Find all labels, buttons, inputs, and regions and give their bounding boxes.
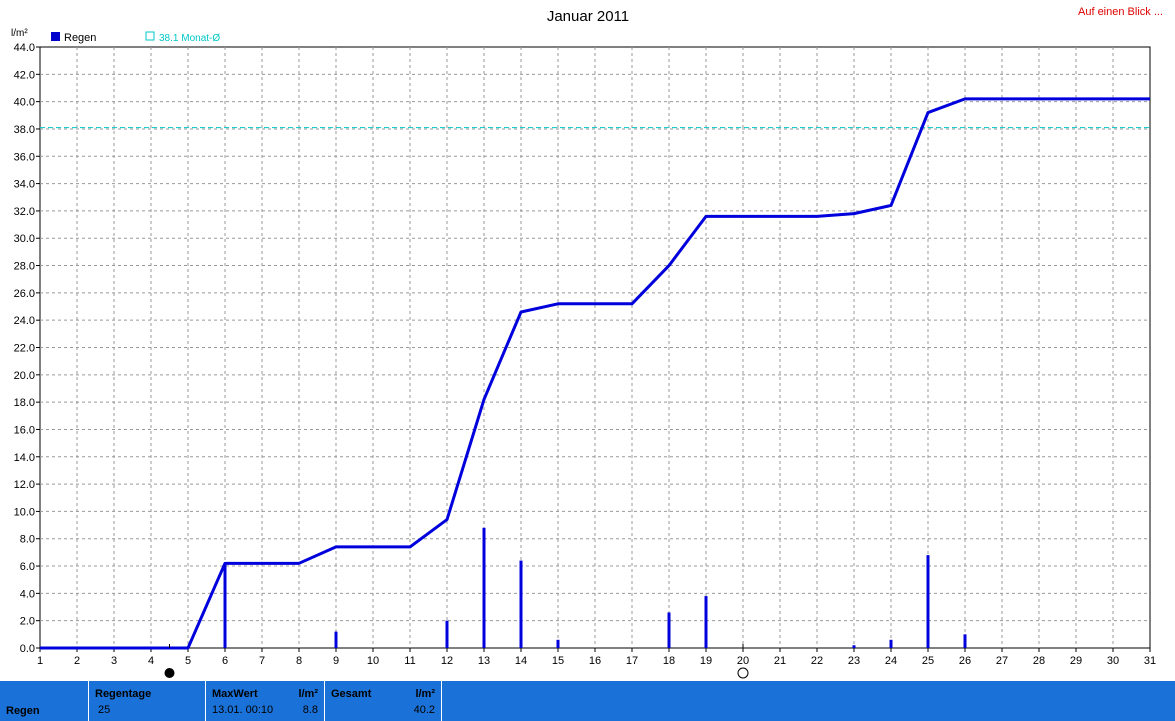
y-tick-label: 32.0	[14, 206, 35, 218]
regentage-label: Regentage	[95, 688, 152, 700]
x-tick-label: 21	[774, 655, 786, 667]
gesamt-cell: Gesamt l/m² 40.2	[324, 681, 441, 721]
chart-title: Januar 2011	[547, 8, 629, 25]
x-tick-label: 18	[663, 655, 675, 667]
x-tick-label: 17	[626, 655, 638, 667]
x-tick-label: 15	[552, 655, 564, 667]
x-tick-label: 30	[1107, 655, 1119, 667]
y-tick-label: 20.0	[14, 370, 35, 382]
x-tick-label: 29	[1070, 655, 1082, 667]
legend-label-average: 38.1 Monat-Ø	[159, 33, 220, 44]
y-tick-label: 24.0	[14, 315, 35, 327]
gesamt-unit: l/m²	[415, 688, 435, 700]
daily-rain-bar	[445, 620, 449, 648]
daily-rain-bar	[852, 645, 856, 648]
x-tick-label: 10	[367, 655, 379, 667]
x-tick-label: 7	[259, 655, 265, 667]
y-tick-label: 14.0	[14, 452, 35, 464]
gesamt-value: 40.2	[413, 704, 435, 716]
gesamt-label: Gesamt	[331, 688, 372, 700]
x-tick-label: 24	[885, 655, 897, 667]
footer-divider	[441, 681, 442, 721]
maxwert-label: MaxWert	[212, 688, 258, 700]
maxwert-time: 13.01. 00:10	[212, 704, 274, 716]
y-tick-label: 2.0	[20, 616, 35, 628]
legend-swatch-average	[145, 31, 155, 41]
maxwert-unit: l/m²	[298, 688, 318, 700]
daily-rain-bar	[704, 596, 708, 648]
y-tick-label: 0.0	[20, 643, 35, 655]
x-tick-label: 8	[296, 655, 302, 667]
summary-footer: Regen Regentage 25 MaxWert l/m² 13.01. 0…	[0, 681, 1175, 721]
x-tick-label: 12	[441, 655, 453, 667]
x-tick-label: 13	[478, 655, 490, 667]
y-tick-label: 44.0	[14, 42, 35, 54]
daily-rain-bar	[667, 612, 671, 648]
x-tick-label: 22	[811, 655, 823, 667]
y-tick-label: 34.0	[14, 179, 35, 191]
x-tick-label: 31	[1144, 655, 1156, 667]
daily-rain-bar	[334, 631, 338, 648]
y-tick-label: 10.0	[14, 506, 35, 518]
y-tick-label: 30.0	[14, 233, 35, 245]
x-tick-label: 27	[996, 655, 1008, 667]
y-tick-labels: 0.0 2.0 4.0 6.0 8.0 10.0 12.0 14.0 16.0 18.0 20.0 2…	[14, 42, 40, 655]
daily-rain-bar	[482, 527, 486, 648]
x-tick-label: 6	[222, 655, 228, 667]
daily-rain-bar	[963, 634, 967, 648]
y-tick-label: 16.0	[14, 424, 35, 436]
x-tick-label: 11	[404, 655, 415, 667]
x-tick-labels: 1 2 3 4 5 6 7 8 9 10 11 12 13 14 15 16 17 18 19 20 21 22 23 24 2…	[37, 648, 1156, 667]
regentage-value: 25	[98, 704, 111, 716]
y-tick-label: 38.0	[14, 124, 35, 136]
y-axis-unit: l/m²	[11, 28, 28, 39]
overview-link[interactable]: Auf einen Blick ...	[1078, 6, 1163, 18]
y-tick-label: 6.0	[20, 561, 35, 573]
maxwert-value: 8.8	[302, 704, 318, 716]
y-tick-label: 4.0	[20, 588, 35, 600]
y-tick-label: 42.0	[14, 69, 35, 81]
y-tick-label: 28.0	[14, 261, 35, 273]
y-tick-label: 22.0	[14, 343, 35, 355]
daily-rain-bar	[556, 639, 560, 648]
daily-rain-bar	[926, 555, 930, 648]
y-tick-label: 18.0	[14, 397, 35, 409]
x-tick-label: 1	[37, 655, 43, 667]
x-tick-label: 23	[848, 655, 860, 667]
y-tick-label: 8.0	[20, 534, 35, 546]
y-tick-label: 36.0	[14, 151, 35, 163]
y-tick-label: 26.0	[14, 288, 35, 300]
x-tick-label: 20	[737, 655, 749, 667]
y-tick-label: 12.0	[14, 479, 35, 491]
x-tick-label: 19	[700, 655, 712, 667]
x-tick-label: 5	[185, 655, 191, 667]
legend: Regen 38.1 Monat-Ø	[51, 31, 220, 44]
x-tick-label: 4	[148, 655, 154, 667]
daily-rain-bar	[519, 560, 523, 648]
x-tick-label: 14	[515, 655, 527, 667]
rain-chart: Januar 2011 l/m² Regen 38.1 Monat-Ø 0.0 2…	[11, 8, 1156, 679]
daily-rain-bar	[889, 639, 893, 648]
new-moon-icon	[164, 668, 175, 678]
regentage-cell: Regentage 25	[88, 681, 205, 721]
legend-label-regen: Regen	[64, 32, 96, 44]
x-tick-label: 16	[589, 655, 601, 667]
x-tick-label: 25	[922, 655, 934, 667]
x-tick-label: 26	[959, 655, 971, 667]
full-moon-icon	[737, 667, 749, 679]
y-tick-label: 40.0	[14, 97, 35, 109]
daily-rain-bar	[223, 563, 227, 648]
x-tick-label: 28	[1033, 655, 1045, 667]
x-tick-label: 2	[74, 655, 80, 667]
legend-swatch-regen	[51, 32, 60, 41]
x-tick-label: 9	[333, 655, 339, 667]
maxwert-cell: MaxWert l/m² 13.01. 00:10 8.8	[205, 681, 324, 721]
x-tick-label: 3	[111, 655, 117, 667]
moon-phase-markers	[164, 644, 749, 679]
footer-row-label: Regen	[6, 705, 40, 717]
